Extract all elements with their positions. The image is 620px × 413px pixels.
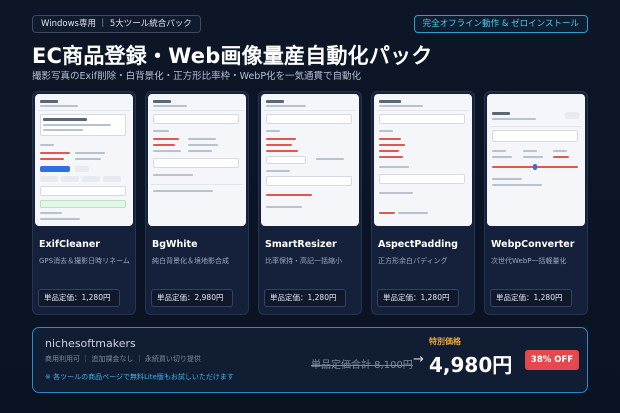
page-title: EC商品登録・Web画像量産自動化パック bbox=[32, 44, 433, 68]
tool-description: GPS消去＆撮影日時リネーム bbox=[39, 257, 130, 265]
tool-description: 比率保持・高記一括縮小 bbox=[265, 257, 342, 265]
tool-price: 単品定価：1,280円 bbox=[264, 289, 346, 307]
tool-name: ExifCleaner bbox=[39, 239, 100, 250]
license-terms: 商用利用可 ｜ 追加課金なし ｜ 永続買い切り提供 bbox=[45, 355, 201, 363]
page-subtitle: 撮影写真のExif削除・白背景化・正方形比率枠・WebP化を一気通貫で自動化 bbox=[32, 71, 362, 82]
brand-name: nichesoftmakers bbox=[45, 337, 136, 350]
original-total-price: 単品定価合計 8,100円 bbox=[311, 360, 413, 371]
promo-banner: Windows専用 ｜ 5大ツール統合パック 完全オフライン動作 & ゼロインス… bbox=[0, 0, 620, 413]
tool-card-aspectpadding[interactable]: AspectPadding 正方形余白パディング 単品定価：1,280円 bbox=[371, 91, 475, 315]
arrow-right-icon: → bbox=[413, 352, 424, 367]
discount-badge: 38% OFF bbox=[525, 350, 579, 370]
tool-card-list: ExifCleaner GPS消去＆撮影日時リネーム 単品定価：1,280円 B… bbox=[32, 91, 588, 315]
tool-name: SmartResizer bbox=[265, 239, 337, 250]
tool-screenshot bbox=[261, 94, 359, 226]
tool-card-exifcleaner[interactable]: ExifCleaner GPS消去＆撮影日時リネーム 単品定価：1,280円 bbox=[32, 91, 136, 315]
tool-price: 単品定価：1,280円 bbox=[490, 289, 572, 307]
special-price-label: 特別価格 bbox=[429, 337, 461, 346]
tool-screenshot bbox=[487, 94, 585, 226]
tool-card-bgwhite[interactable]: BgWhite 純白背景化＆境地影合成 単品定価：2,980円 bbox=[145, 91, 249, 315]
tool-screenshot bbox=[148, 94, 246, 226]
tool-name: BgWhite bbox=[152, 239, 198, 250]
tool-name: AspectPadding bbox=[378, 239, 458, 250]
tool-screenshot bbox=[374, 94, 472, 226]
pack-badge: Windows専用 ｜ 5大ツール統合パック bbox=[32, 15, 201, 33]
bundle-offer-panel: nichesoftmakers 商用利用可 ｜ 追加課金なし ｜ 永続買い切り提… bbox=[32, 327, 588, 393]
tool-card-webpconverter[interactable]: WebpConverter 次世代WebP一括軽量化 単品定価：1,280円 bbox=[484, 91, 588, 315]
tool-name: WebpConverter bbox=[491, 239, 575, 250]
tool-card-smartresizer[interactable]: SmartResizer 比率保持・高記一括縮小 単品定価：1,280円 bbox=[258, 91, 362, 315]
offline-badge: 完全オフライン動作 & ゼロインストール bbox=[413, 15, 588, 33]
tool-price: 単品定価：1,280円 bbox=[38, 289, 120, 307]
tool-description: 正方形余白パディング bbox=[378, 257, 448, 265]
tool-price: 単品定価：1,280円 bbox=[377, 289, 459, 307]
bundle-price: 4,980円 bbox=[429, 353, 513, 377]
tool-screenshot bbox=[35, 94, 133, 226]
tool-price: 単品定価：2,980円 bbox=[151, 289, 233, 307]
tool-description: 純白背景化＆境地影合成 bbox=[152, 257, 229, 265]
tool-description: 次世代WebP一括軽量化 bbox=[491, 257, 567, 265]
lite-version-note: ※ 各ツールの商品ページで無料Lite版もお試しいただけます bbox=[45, 373, 234, 381]
